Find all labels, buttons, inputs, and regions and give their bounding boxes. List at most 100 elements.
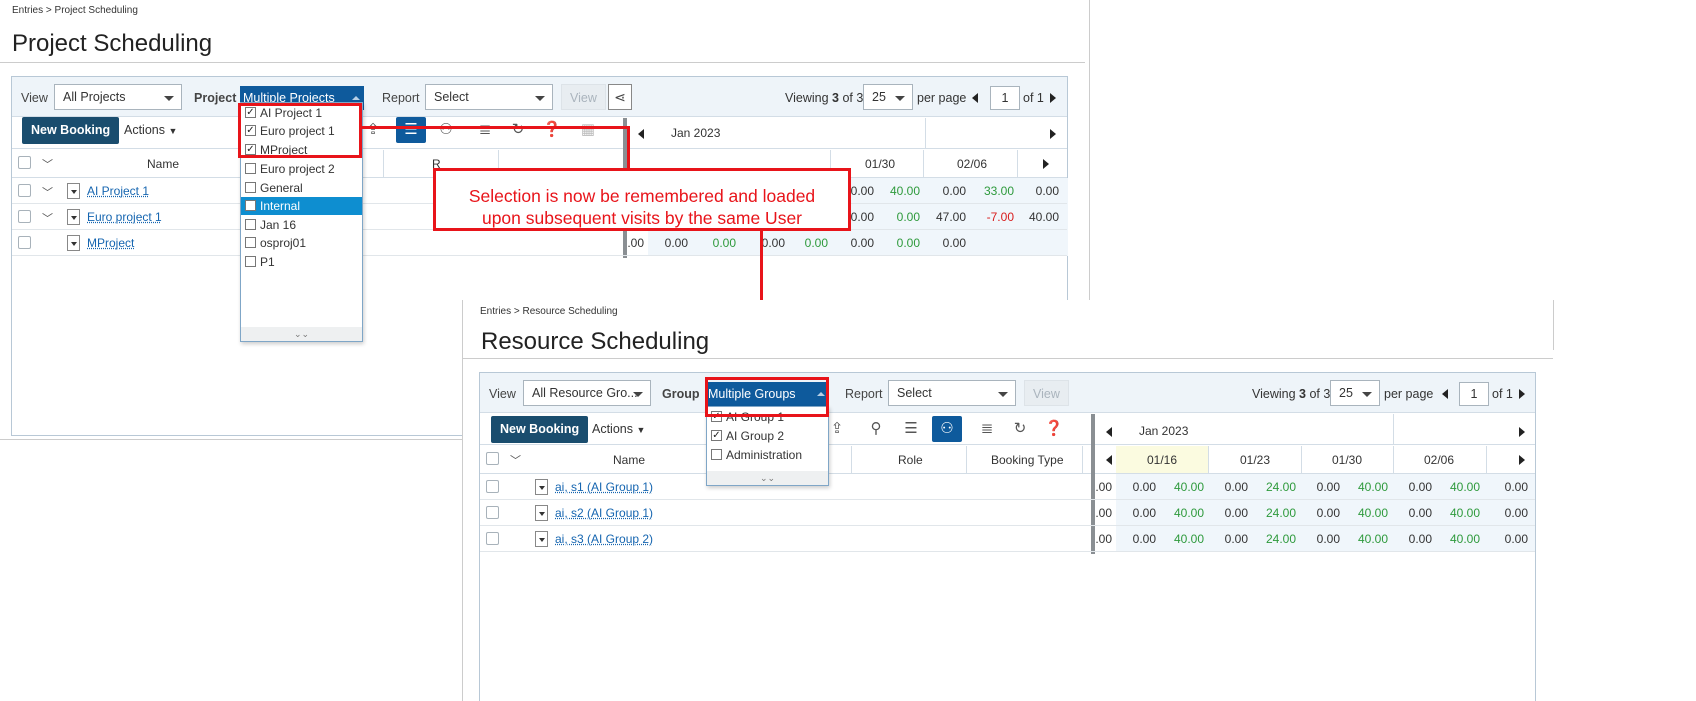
page-input[interactable]: 1 bbox=[1459, 382, 1489, 406]
new-booking-button[interactable]: New Booking bbox=[22, 117, 120, 144]
dropdown-option[interactable]: Internal bbox=[241, 197, 362, 215]
view-select[interactable]: All Projects bbox=[54, 84, 182, 110]
chevron-down-icon[interactable]: ﹀ bbox=[510, 452, 521, 468]
cell-value: 40.00 bbox=[1028, 210, 1059, 224]
actions-menu[interactable]: Actions ▼ bbox=[592, 422, 645, 436]
cell-value: 0.00 bbox=[804, 236, 828, 250]
resource-panel: View All Resource Gro... Group Multiple … bbox=[479, 372, 1536, 701]
collapse-dropdown-icon[interactable]: ⌄⌄ bbox=[707, 471, 828, 485]
table-row[interactable]: ai, s2 (AI Group 1) .00 0.00 40.00 0.00 … bbox=[480, 500, 1535, 526]
chevron-down-icon[interactable]: ﹀ bbox=[42, 156, 53, 172]
next-page-icon[interactable] bbox=[1050, 93, 1056, 103]
dropdown-option[interactable]: P1 bbox=[241, 253, 362, 271]
next-month-icon[interactable] bbox=[1519, 427, 1525, 437]
row-menu-icon[interactable] bbox=[67, 235, 80, 251]
dropdown-option[interactable]: General bbox=[241, 179, 362, 197]
row-menu-icon[interactable] bbox=[67, 209, 80, 225]
row-menu-icon[interactable] bbox=[535, 531, 548, 547]
calendar-icon[interactable]: ▦ bbox=[577, 119, 599, 141]
row-name-link[interactable]: ai, s1 (AI Group 1) bbox=[555, 480, 653, 494]
export-icon[interactable]: ⇪ bbox=[826, 418, 848, 440]
view-button[interactable]: View bbox=[1024, 380, 1069, 406]
report-select[interactable]: Select bbox=[888, 380, 1016, 406]
row-checkbox[interactable] bbox=[18, 236, 31, 249]
checkbox-icon[interactable] bbox=[711, 449, 722, 460]
cell-value: 47.00 bbox=[935, 210, 966, 224]
per-page-select[interactable]: 25 bbox=[863, 84, 913, 110]
checkbox-icon[interactable] bbox=[245, 163, 256, 174]
dropdown-option[interactable]: Jan 16 bbox=[241, 216, 362, 234]
row-checkbox[interactable] bbox=[486, 480, 499, 493]
chevron-down-icon[interactable]: ﹀ bbox=[42, 210, 53, 226]
name-column-header[interactable]: Name bbox=[613, 453, 645, 467]
new-booking-button[interactable]: New Booking bbox=[491, 416, 589, 443]
table-row[interactable]: ai, s3 (AI Group 2) .00 0.00 40.00 0.00 … bbox=[480, 526, 1535, 552]
checkbox-icon[interactable] bbox=[245, 256, 256, 267]
row-name-link[interactable]: ai, s3 (AI Group 2) bbox=[555, 532, 653, 546]
selection-highlight-box bbox=[238, 103, 362, 158]
checkbox-checked-icon[interactable]: ✓ bbox=[711, 430, 722, 441]
next-week-icon[interactable] bbox=[1043, 159, 1049, 169]
cell-value: 0.00 bbox=[1316, 480, 1340, 494]
report-select[interactable]: Select bbox=[425, 84, 553, 110]
gantt-icon[interactable]: ≣ bbox=[976, 418, 998, 440]
row-menu-icon[interactable] bbox=[535, 505, 548, 521]
prev-month-icon[interactable] bbox=[638, 129, 644, 139]
checkbox-icon[interactable] bbox=[245, 219, 256, 230]
list-view-icon[interactable]: ☰ bbox=[900, 418, 922, 440]
dropdown-option[interactable]: Administration bbox=[707, 446, 828, 464]
view-button[interactable]: View bbox=[561, 84, 606, 110]
refresh-icon[interactable]: ↻ bbox=[1009, 418, 1031, 440]
prev-week-icon[interactable] bbox=[1106, 455, 1112, 465]
row-name-link[interactable]: MProject bbox=[87, 236, 134, 250]
row-name-link[interactable]: Euro project 1 bbox=[87, 210, 162, 224]
help-icon[interactable]: ❓ bbox=[1043, 418, 1065, 440]
table-row[interactable]: ai, s1 (AI Group 1) .00 0.00 40.00 0.00 … bbox=[480, 474, 1535, 500]
people-icon[interactable]: ⚇ bbox=[932, 416, 962, 442]
table-row[interactable]: MProject .00 0.00 0.00 0.00 0.00 0.00 0.… bbox=[12, 230, 1067, 256]
row-checkbox[interactable] bbox=[18, 210, 31, 223]
dropdown-option[interactable]: osproj01 bbox=[241, 234, 362, 252]
next-page-icon[interactable] bbox=[1519, 389, 1525, 399]
prev-page-icon[interactable] bbox=[972, 93, 978, 103]
prev-page-icon[interactable] bbox=[1442, 389, 1448, 399]
page-input[interactable]: 1 bbox=[990, 86, 1020, 110]
actions-menu[interactable]: Actions ▼ bbox=[124, 123, 177, 137]
list-view-icon[interactable]: ☰ bbox=[396, 117, 426, 143]
next-month-icon[interactable] bbox=[1050, 129, 1056, 139]
people-icon[interactable]: ⚇ bbox=[435, 119, 457, 141]
group-label: Group bbox=[662, 387, 700, 401]
user-icon[interactable]: ⚲ bbox=[865, 418, 887, 440]
prev-month-icon[interactable] bbox=[1106, 427, 1112, 437]
help-icon[interactable]: ❓ bbox=[541, 119, 563, 141]
checkbox-icon[interactable] bbox=[245, 237, 256, 248]
row-menu-icon[interactable] bbox=[535, 479, 548, 495]
row-checkbox[interactable] bbox=[18, 184, 31, 197]
checkbox-icon[interactable] bbox=[245, 182, 256, 193]
chevron-down-icon[interactable]: ﹀ bbox=[42, 184, 53, 200]
dropdown-option[interactable]: ✓ AI Group 2 bbox=[707, 427, 828, 445]
row-name-link[interactable]: ai, s2 (AI Group 1) bbox=[555, 506, 653, 520]
filter-bar: View All Projects Project Multiple Proje… bbox=[12, 77, 1067, 117]
checkbox-icon[interactable] bbox=[245, 200, 256, 211]
dropdown-option[interactable]: Euro project 2 bbox=[241, 160, 362, 178]
booking-type-column-header[interactable]: Booking Type bbox=[991, 453, 1064, 467]
cell-value: 0.00 bbox=[1504, 480, 1528, 494]
row-checkbox[interactable] bbox=[486, 532, 499, 545]
next-week-icon[interactable] bbox=[1519, 455, 1525, 465]
row-name-link[interactable]: AI Project 1 bbox=[87, 184, 149, 198]
gantt-icon[interactable]: ≣ bbox=[474, 119, 496, 141]
role-column-header[interactable]: Role bbox=[898, 453, 923, 467]
select-all-checkbox[interactable] bbox=[18, 156, 31, 169]
export-icon[interactable]: ⇪ bbox=[362, 119, 384, 141]
view-select[interactable]: All Resource Gro... bbox=[523, 380, 651, 406]
name-column-header[interactable]: Name bbox=[147, 157, 179, 171]
collapse-dropdown-icon[interactable]: ⌄⌄ bbox=[241, 327, 362, 341]
viewing-prefix: Viewing bbox=[785, 91, 829, 105]
select-all-checkbox[interactable] bbox=[486, 452, 499, 465]
row-checkbox[interactable] bbox=[486, 506, 499, 519]
refresh-icon[interactable]: ↻ bbox=[507, 119, 529, 141]
share-icon[interactable]: ⋖ bbox=[608, 84, 632, 110]
per-page-select[interactable]: 25 bbox=[1330, 380, 1380, 406]
row-menu-icon[interactable] bbox=[67, 183, 80, 199]
